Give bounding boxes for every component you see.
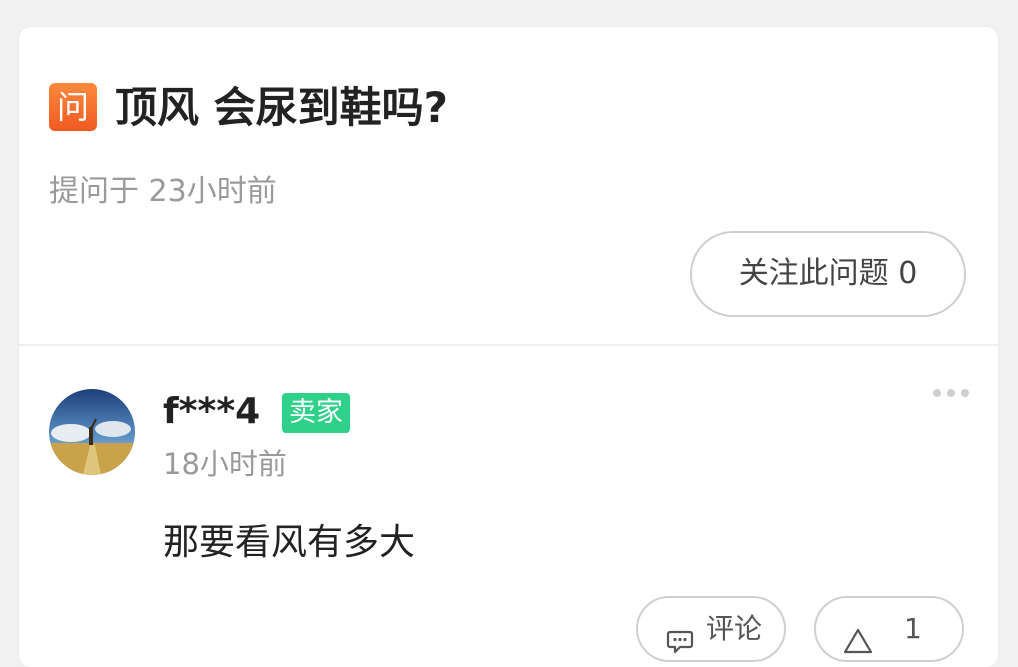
seller-badge: 卖家 xyxy=(282,393,350,433)
like-count: 1 xyxy=(904,612,922,645)
like-button[interactable]: 1 xyxy=(814,596,964,662)
answer-username[interactable]: f***4 xyxy=(163,389,260,435)
comment-bubble-icon xyxy=(666,615,694,667)
more-dots-icon[interactable] xyxy=(928,383,974,403)
answer-time: 18小时前 xyxy=(163,447,287,481)
triangle-up-icon xyxy=(842,615,874,667)
question-badge: 问 xyxy=(49,83,97,131)
comment-button[interactable]: 评论 xyxy=(636,596,786,662)
question-title: 顶风 会尿到鞋吗? xyxy=(115,83,448,132)
follow-question-button[interactable]: 关注此问题 0 xyxy=(690,231,966,317)
comment-label: 评论 xyxy=(706,612,763,645)
divider xyxy=(19,344,998,346)
answer-text: 那要看风有多大 xyxy=(163,522,416,563)
avatar[interactable] xyxy=(49,389,135,475)
question-card: 问 顶风 会尿到鞋吗? 提问于 23小时前 关注此问题 0 f***4 卖家 1… xyxy=(19,27,998,667)
avatar-image xyxy=(49,389,135,475)
asked-time: 提问于 23小时前 xyxy=(49,174,277,209)
